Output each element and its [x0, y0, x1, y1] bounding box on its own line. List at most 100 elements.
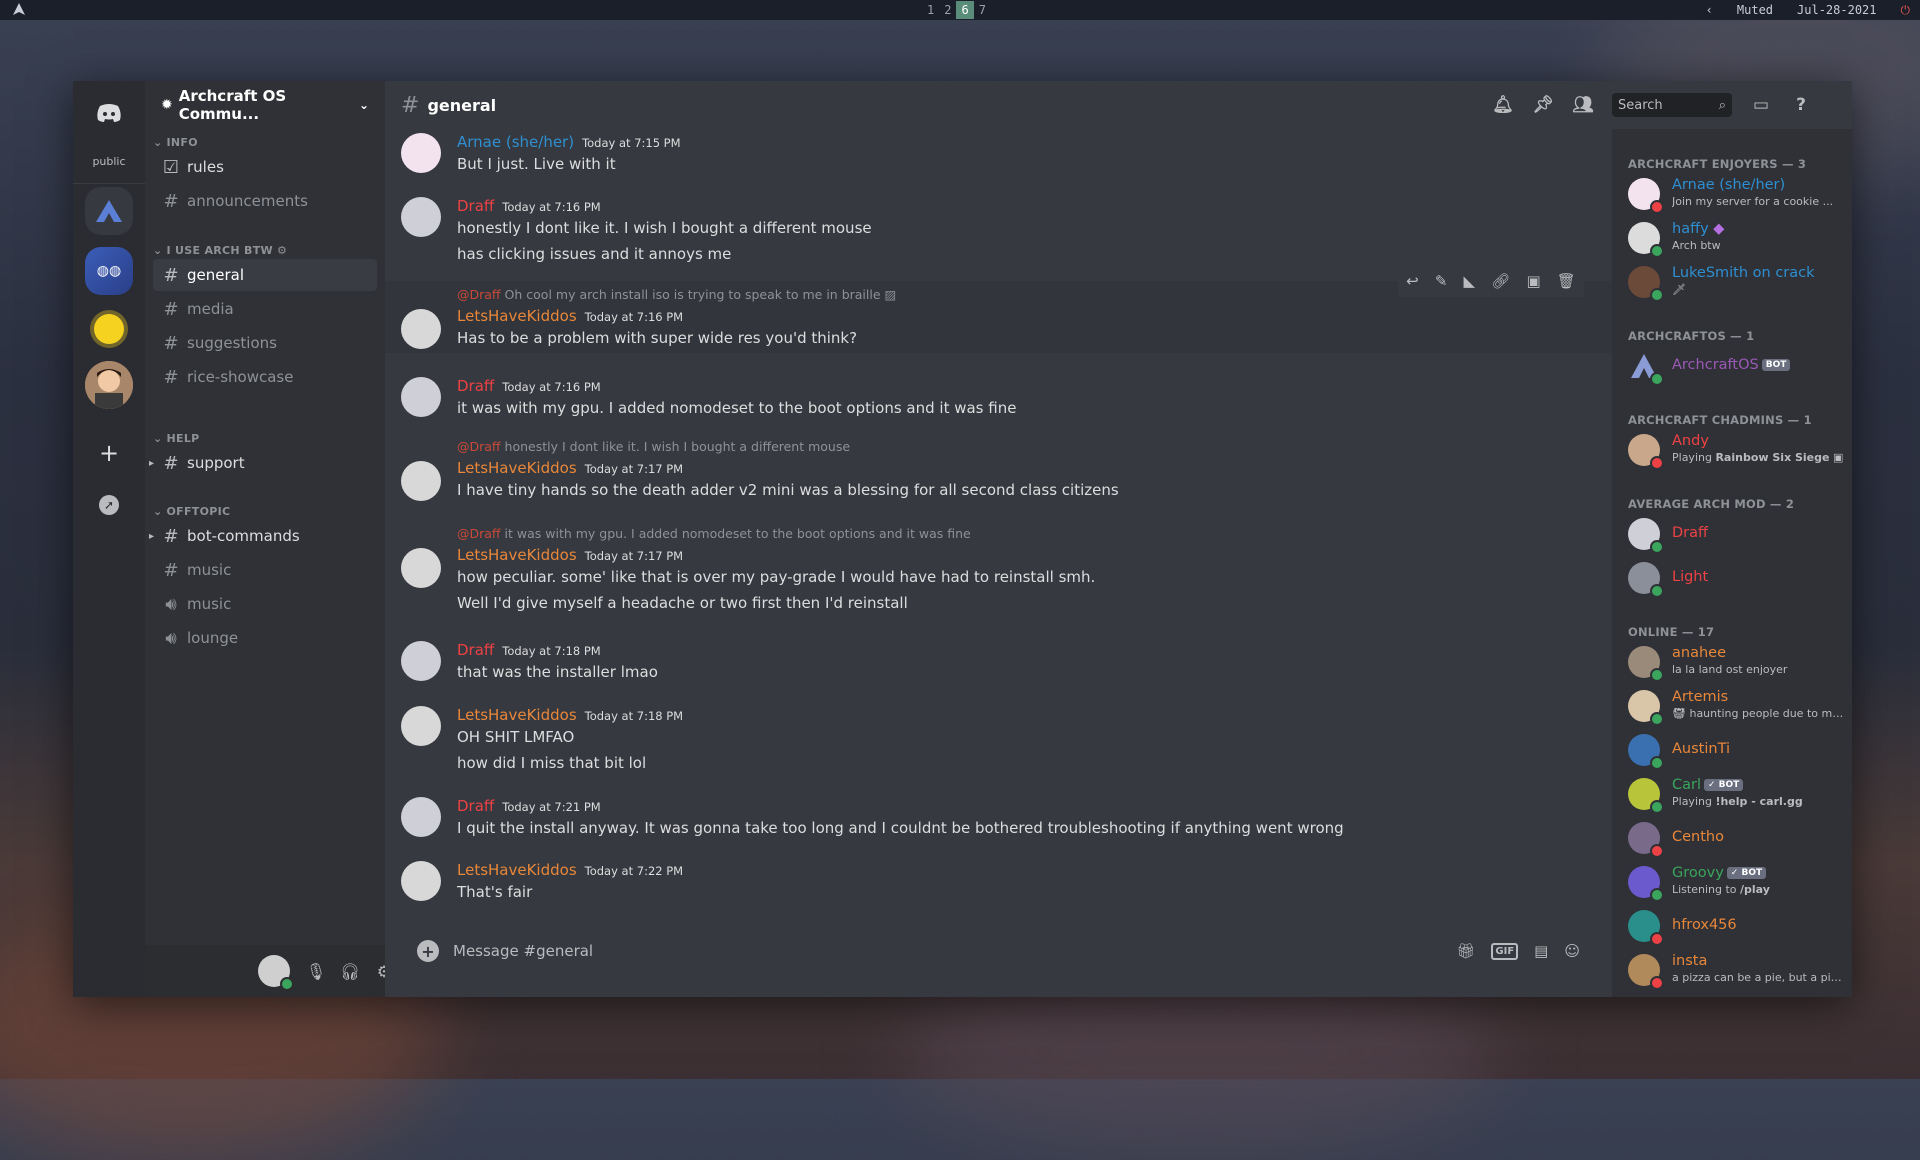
message[interactable]: Draff Today at 7:18 PM that was the insta… — [401, 641, 1581, 689]
inbox-icon[interactable]: ▭ — [1750, 94, 1772, 116]
message-author[interactable]: Draff Today at 7:16 PM — [457, 377, 601, 395]
sticker-icon[interactable]: ▤ — [1534, 942, 1548, 960]
gif-icon[interactable]: GIF — [1491, 942, 1519, 960]
help-icon[interactable]: ? — [1790, 94, 1812, 116]
avatar[interactable] — [401, 377, 441, 417]
channel-media[interactable]: # media — [153, 293, 377, 325]
audio-status[interactable]: Muted — [1737, 3, 1773, 17]
message-author[interactable]: LetsHaveKiddos Today at 7:22 PM — [457, 861, 683, 879]
channel-support[interactable]: ▸ # support — [149, 447, 377, 479]
avatar[interactable] — [258, 955, 294, 991]
avatar[interactable] — [401, 133, 441, 173]
workspace-7[interactable]: 7 — [974, 1, 991, 19]
server-sun[interactable] — [85, 305, 133, 353]
message[interactable]: @Draff honestly I dont like it. I wish I … — [401, 439, 1581, 509]
chevron-down-icon[interactable]: ⌄ — [359, 98, 369, 112]
member-item[interactable]: anahee la la land ost enjoyer — [1628, 641, 1848, 683]
member-item[interactable]: Arnae (she/her) Join my server for a coo… — [1628, 173, 1848, 215]
avatar[interactable] — [401, 548, 441, 588]
chevron-left-icon[interactable]: ‹ — [1706, 3, 1713, 17]
add-server-button[interactable]: + — [85, 429, 133, 477]
message-author[interactable]: Draff Today at 7:21 PM — [457, 797, 601, 815]
member-item[interactable]: hfrox456 — [1628, 905, 1848, 947]
member-item[interactable]: AustinTi — [1628, 729, 1848, 771]
discord-home-button[interactable] — [85, 89, 133, 137]
member-item[interactable]: Centho — [1628, 817, 1848, 859]
member-item[interactable]: haffy ◆ Arch btw — [1628, 217, 1848, 259]
member-item[interactable]: insta a pizza can be a pie, but a pie i.… — [1628, 949, 1848, 991]
avatar[interactable] — [401, 461, 441, 501]
reply-preview[interactable]: @Draff Oh cool my arch install iso is try… — [457, 287, 896, 302]
message-author[interactable]: LetsHaveKiddos Today at 7:17 PM — [457, 459, 683, 477]
explore-servers-button[interactable]: ➚ — [85, 481, 133, 529]
member-item[interactable]: LukeSmith on crack 🗡︎ — [1628, 261, 1848, 303]
member-item[interactable]: ArchcraftOS BOT — [1628, 345, 1848, 387]
message[interactable]: Draff Today at 7:16 PM honestly I dont li… — [401, 197, 1581, 267]
message[interactable]: Arnae (she/her) Today at 7:15 PM But I ju… — [401, 133, 1581, 181]
member-item[interactable]: Artemis 👹︎ haunting people due to my ... — [1628, 685, 1848, 727]
member-item[interactable]: Carl ✓ BOT Playing !help - carl.gg — [1628, 773, 1848, 815]
avatar[interactable] — [401, 861, 441, 901]
channel-lounge-voice[interactable]: 🔊︎ lounge — [153, 622, 377, 654]
avatar[interactable] — [401, 197, 441, 237]
message-author[interactable]: LetsHaveKiddos Today at 7:18 PM — [457, 706, 683, 724]
workspace-6[interactable]: 6 — [956, 1, 974, 19]
bell-icon[interactable]: 🔔︎ — [1492, 94, 1514, 116]
member-item[interactable]: Light — [1628, 557, 1848, 599]
avatar[interactable] — [401, 309, 441, 349]
category-info[interactable]: ⌄ INFO — [145, 136, 198, 149]
message-input[interactable]: Message #general — [453, 942, 593, 960]
channel-general[interactable]: # general — [153, 259, 377, 291]
reply-preview[interactable]: @Draff honestly I dont like it. I wish I … — [457, 439, 850, 454]
category-help[interactable]: ⌄ HELP — [145, 432, 200, 445]
member-name: Artemis — [1672, 689, 1729, 705]
microphone-icon[interactable]: 🎙︎ — [305, 960, 327, 982]
message-author[interactable]: Draff Today at 7:16 PM — [457, 197, 601, 215]
message[interactable]: Draff Today at 7:21 PM I quit the install… — [401, 797, 1581, 845]
channel-music-text[interactable]: # music — [153, 554, 377, 586]
workspace-1[interactable]: 1 — [922, 1, 939, 19]
headphones-icon[interactable]: 🎧︎ — [339, 960, 361, 982]
channel-suggestions[interactable]: # suggestions — [153, 327, 377, 359]
avatar[interactable] — [401, 641, 441, 681]
avatar[interactable] — [401, 797, 441, 837]
member-item[interactable]: Draff — [1628, 513, 1848, 555]
gift-icon[interactable]: 🎁︎ — [1456, 942, 1475, 960]
member-group-label: ONLINE — 17 — [1628, 625, 1715, 639]
message[interactable]: LetsHaveKiddos Today at 7:18 PM OH SHIT L… — [401, 706, 1581, 776]
add-attachment-icon[interactable]: + — [417, 940, 439, 962]
workspace-2[interactable]: 2 — [939, 1, 956, 19]
message-author[interactable]: Arnae (she/her) Today at 7:15 PM — [457, 133, 681, 151]
server-group-folder[interactable]: ◍◍ — [85, 247, 133, 295]
arch-logo-icon[interactable] — [12, 2, 26, 16]
member-item[interactable]: Groovy ✓ BOT Listening to /play — [1628, 861, 1848, 903]
guild-header[interactable]: ✹ Archcraft OS Commu... ⌄ — [145, 81, 385, 129]
search-input[interactable]: Search ⌕ — [1612, 93, 1732, 117]
power-icon[interactable]: ⏻ — [1901, 3, 1911, 18]
reply-preview[interactable]: @Draff it was with my gpu. I added nomode… — [457, 526, 971, 541]
message[interactable]: Draff Today at 7:16 PM it was with my gpu… — [401, 377, 1581, 425]
avatar[interactable] — [401, 706, 441, 746]
thread-arrow-icon[interactable]: ▸ — [149, 531, 154, 542]
message-author[interactable]: LetsHaveKiddos Today at 7:17 PM — [457, 546, 683, 564]
emoji-icon[interactable]: ☺ — [1564, 942, 1580, 960]
category-i-use-arch-btw[interactable]: ⌄ I USE ARCH BTW ⚙ — [145, 244, 287, 257]
channel-announcements[interactable]: # announcements — [153, 185, 377, 217]
message-author[interactable]: LetsHaveKiddos Today at 7:16 PM — [457, 307, 683, 325]
members-icon[interactable]: 👥︎ — [1572, 94, 1594, 116]
message-composer[interactable]: + Message #general 🎁︎ GIF ▤ ☺ — [401, 929, 1596, 973]
message[interactable]: LetsHaveKiddos Today at 7:22 PM That's fa… — [401, 861, 1581, 909]
channel-music-voice[interactable]: 🔊︎ music — [153, 588, 377, 620]
channel-bot-commands[interactable]: ▸ # bot-commands — [149, 520, 377, 552]
message[interactable]: @Draff it was with my gpu. I added nomode… — [401, 526, 1581, 616]
channel-rules[interactable]: ☑ rules — [153, 151, 377, 183]
server-archcraft[interactable] — [85, 187, 133, 235]
message-author[interactable]: Draff Today at 7:18 PM — [457, 641, 601, 659]
message[interactable]: @Draff Oh cool my arch install iso is try… — [401, 287, 1581, 357]
pin-icon[interactable]: 📌︎ — [1532, 94, 1554, 116]
member-item[interactable]: Andy Playing Rainbow Six Siege ▣ — [1628, 429, 1848, 471]
server-portrait[interactable] — [85, 361, 133, 409]
thread-arrow-icon[interactable]: ▸ — [149, 458, 154, 469]
category-offtopic[interactable]: ⌄ OFFTOPIC — [145, 505, 230, 518]
channel-rice-showcase[interactable]: # rice-showcase — [153, 361, 377, 393]
